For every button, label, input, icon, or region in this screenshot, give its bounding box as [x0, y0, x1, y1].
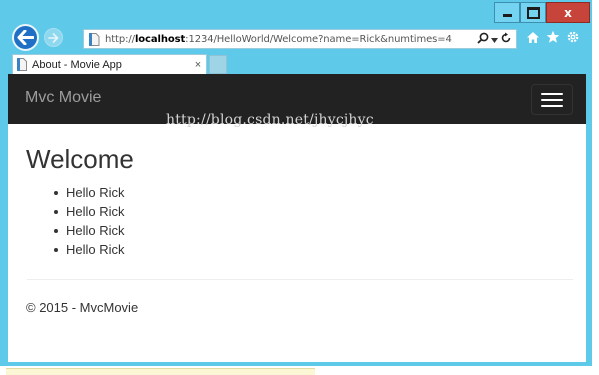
- body-content: Welcome Hello Rick Hello Rick Hello Rick…: [8, 144, 586, 259]
- url-path: :1234/HelloWorld/Welcome?name=Rick&numti…: [185, 33, 452, 45]
- maximize-button[interactable]: [520, 2, 546, 23]
- tab-title: About - Movie App: [32, 58, 122, 71]
- footer-text: © 2015 - MvcMovie: [26, 300, 139, 315]
- favicon-page-icon: [16, 58, 28, 72]
- close-icon: x: [564, 5, 572, 20]
- list-item: Hello Rick: [54, 221, 571, 240]
- maximize-icon: [526, 6, 540, 19]
- tab-close-icon[interactable]: ×: [190, 59, 206, 71]
- address-bar[interactable]: http://localhost:1234/HelloWorld/Welcome…: [83, 29, 517, 49]
- address-tools: [477, 32, 516, 47]
- list-item: Hello Rick: [54, 183, 571, 202]
- navbar-toggle-button[interactable]: [531, 84, 573, 115]
- new-tab-button[interactable]: [209, 55, 227, 74]
- minimize-icon: [502, 14, 512, 17]
- dropdown-arrow-icon[interactable]: [491, 32, 498, 46]
- watermark-text: http://blog.csdn.net/jhycjhyc: [166, 112, 374, 128]
- favorites-star-icon[interactable]: [546, 30, 560, 44]
- page-title: Welcome: [26, 144, 134, 174]
- address-url[interactable]: http://localhost:1234/HelloWorld/Welcome…: [105, 34, 477, 45]
- hamburger-menu-icon: [541, 92, 563, 95]
- forward-button[interactable]: [44, 28, 63, 47]
- navbar-brand[interactable]: Mvc Movie: [25, 89, 101, 107]
- refresh-icon[interactable]: [500, 32, 512, 47]
- page-icon: [87, 32, 101, 46]
- back-button[interactable]: [12, 24, 39, 51]
- list-item: Hello Rick: [54, 240, 571, 259]
- search-icon[interactable]: [477, 32, 489, 47]
- browser-toolbar-icons: [526, 30, 580, 44]
- window-controls: x: [494, 2, 590, 23]
- browser-window: x http://localhost:1234/HelloWorld/Welco…: [0, 0, 592, 366]
- tab-about-movie-app[interactable]: About - Movie App ×: [12, 54, 207, 74]
- close-window-button[interactable]: x: [546, 2, 590, 23]
- minimize-button[interactable]: [494, 2, 520, 23]
- settings-gear-icon[interactable]: [566, 30, 580, 44]
- home-icon[interactable]: [526, 30, 540, 44]
- greeting-list: Hello Rick Hello Rick Hello Rick Hello R…: [23, 183, 571, 259]
- back-arrow-icon: [17, 30, 34, 45]
- footer-divider: [27, 279, 573, 280]
- url-host: localhost: [134, 33, 186, 45]
- url-scheme: http://: [105, 33, 135, 45]
- forward-arrow-icon: [48, 32, 59, 43]
- list-item: Hello Rick: [54, 202, 571, 221]
